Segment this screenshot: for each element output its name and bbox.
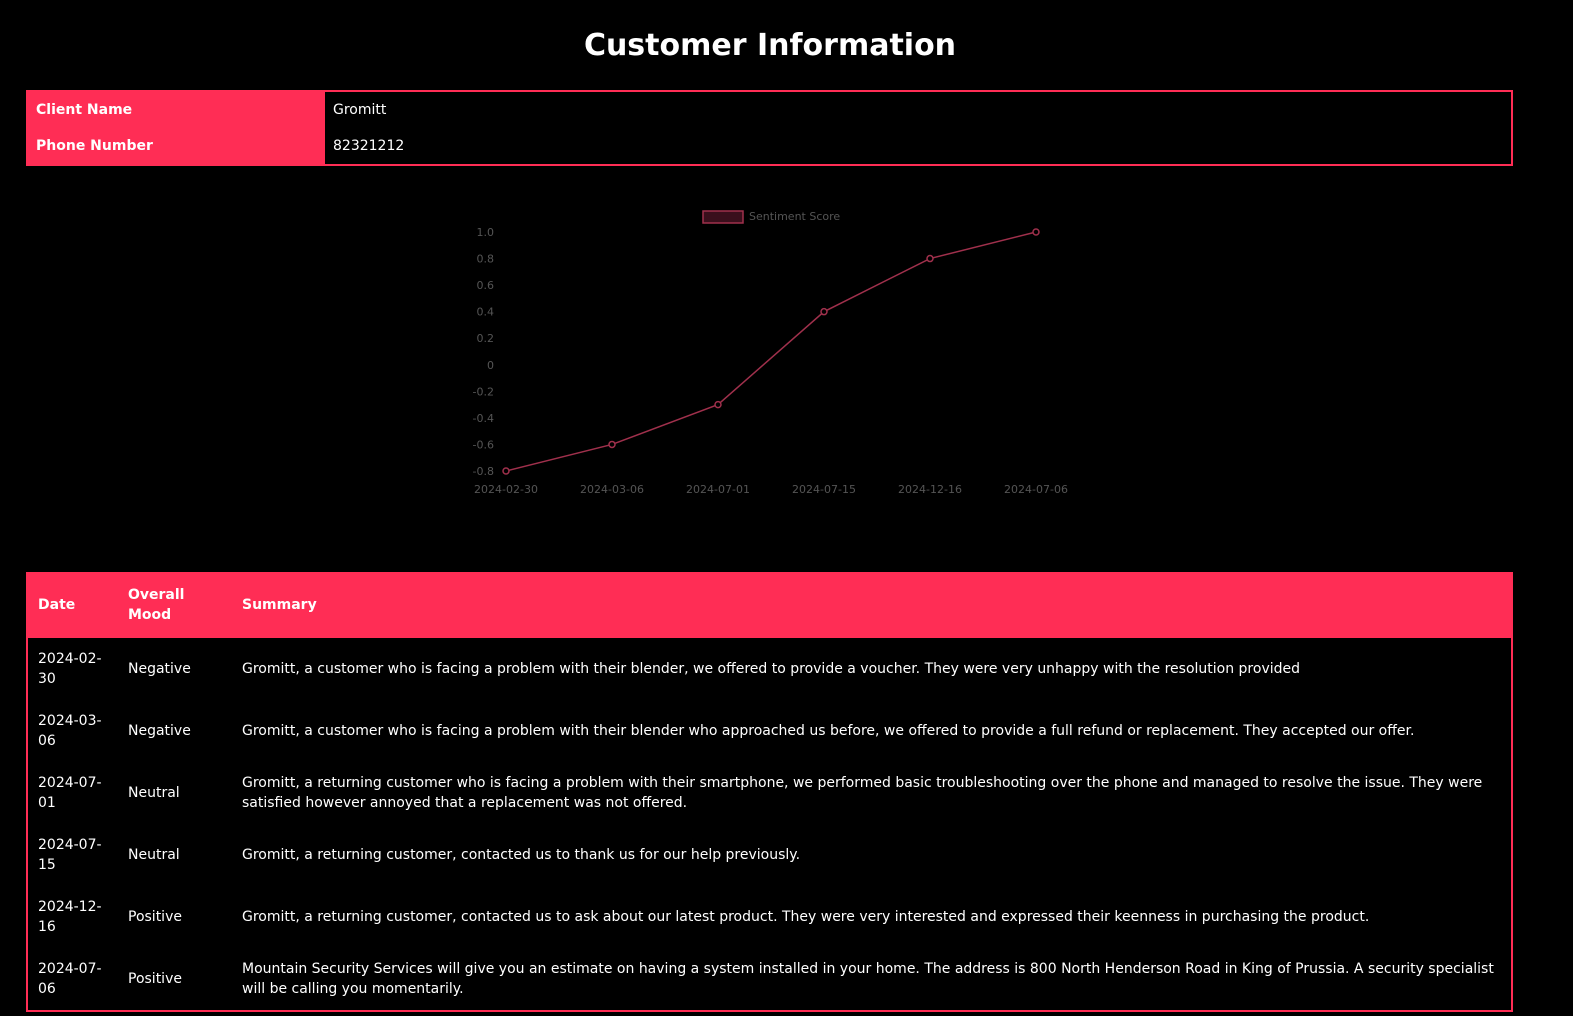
- y-tick-label: 0.8: [477, 253, 495, 266]
- page-title: Customer Information: [583, 28, 957, 63]
- customer-info-box: Client Name Phone Number Gromitt 8232121…: [26, 90, 1513, 166]
- row-date: 2024-07-06: [38, 960, 102, 997]
- history-table-header-row: Date Overall Mood Summary: [27, 573, 1512, 638]
- row-date: 2024-12-16: [38, 898, 102, 935]
- data-point: [714, 400, 722, 409]
- row-mood: Positive: [128, 970, 182, 987]
- phone-number-value: 82321212: [333, 138, 405, 154]
- legend-swatch: [702, 210, 744, 224]
- customer-info-labels: Client Name Phone Number: [28, 92, 325, 164]
- x-tick-label: 2024-07-06: [1004, 483, 1068, 496]
- y-tick-label: 0.2: [477, 332, 495, 345]
- client-name-value: Gromitt: [333, 102, 387, 118]
- row-mood: Positive: [128, 908, 182, 925]
- x-tick-label: 2024-12-16: [898, 483, 962, 496]
- row-date: 2024-03-06: [38, 712, 102, 749]
- table-row: 2024-03-06 Negative Gromitt, a customer wh…: [27, 700, 1512, 762]
- row-mood: Negative: [128, 722, 191, 739]
- x-tick-label: 2024-07-15: [792, 483, 856, 496]
- row-date: 2024-02-30: [38, 650, 102, 687]
- row-summary: Gromitt, a returning customer, contacted…: [242, 846, 801, 863]
- data-point: [820, 307, 828, 316]
- data-point: [502, 467, 510, 475]
- x-tick-label: 2024-02-30: [474, 483, 538, 496]
- history-table: Date Overall Mood Summary 2024-02-30 Nega…: [26, 572, 1513, 1012]
- row-mood: Neutral: [128, 846, 180, 863]
- table-row: 2024-07-01 Neutral Gromitt, a returning cu…: [27, 762, 1512, 824]
- y-tick-label: -0.2: [473, 385, 494, 398]
- y-tick-label: 0: [487, 359, 494, 372]
- row-mood: Negative: [128, 660, 191, 677]
- client-name-label: Client Name: [36, 102, 133, 118]
- customer-info-values: Gromitt 82321212: [325, 92, 1511, 164]
- header-summary: Summary: [232, 573, 1512, 638]
- phone-number-label: Phone Number: [36, 138, 153, 154]
- page: Customer Information Client Name Phone N…: [0, 0, 1573, 1016]
- data-point: [1032, 228, 1040, 236]
- header-overall-mood: Overall Mood: [118, 573, 232, 638]
- row-summary: Gromitt, a returning customer, contacted…: [242, 908, 1370, 925]
- table-row: 2024-12-16 Positive Gromitt, a returning c…: [27, 886, 1512, 948]
- y-tick-label: -0.4: [473, 412, 494, 425]
- data-point: [608, 440, 616, 449]
- history-table-head: Date Overall Mood Summary: [27, 573, 1512, 638]
- row-date: 2024-07-01: [38, 774, 102, 811]
- table-row: 2024-07-06 Positive Mountain Security Serv…: [27, 948, 1512, 1011]
- sentiment-chart-svg: Sentiment Score 1.0 0.8 0.6 0.4 0.2 0 -0.2 -0.4 -…: [473, 210, 1068, 496]
- y-tick-label: -0.6: [473, 438, 494, 451]
- y-tick-label: 0.6: [477, 279, 495, 292]
- y-tick-label: 1.0: [477, 226, 495, 239]
- history-table-body: 2024-02-30 Negative Gromitt, a customer wh…: [27, 638, 1512, 1011]
- header-date: Date: [27, 573, 118, 638]
- data-point: [926, 254, 934, 263]
- sentiment-chart: Sentiment Score 1.0 0.8 0.6 0.4 0.2 0 -0.2 -0.4 -…: [0, 195, 1573, 515]
- table-row: 2024-02-30 Negative Gromitt, a customer wh…: [27, 638, 1512, 700]
- y-tick-label: 0.4: [477, 306, 495, 319]
- row-mood: Neutral: [128, 784, 180, 801]
- x-tick-label: 2024-07-01: [686, 483, 750, 496]
- row-summary: Mountain Security Services will give you…: [242, 960, 1494, 997]
- row-summary: Gromitt, a customer who is facing a prob…: [242, 722, 1415, 739]
- y-tick-label: -0.8: [473, 465, 494, 478]
- row-date: 2024-07-15: [38, 836, 102, 873]
- row-summary: Gromitt, a customer who is facing a prob…: [242, 660, 1301, 677]
- x-tick-label: 2024-03-06: [580, 483, 644, 496]
- row-summary: Gromitt, a returning customer who is fac…: [242, 774, 1483, 811]
- table-row: 2024-07-15 Neutral Gromitt, a returning cu…: [27, 824, 1512, 886]
- series-line-sentiment-score: [505, 231, 1037, 472]
- legend-label: Sentiment Score: [749, 210, 840, 223]
